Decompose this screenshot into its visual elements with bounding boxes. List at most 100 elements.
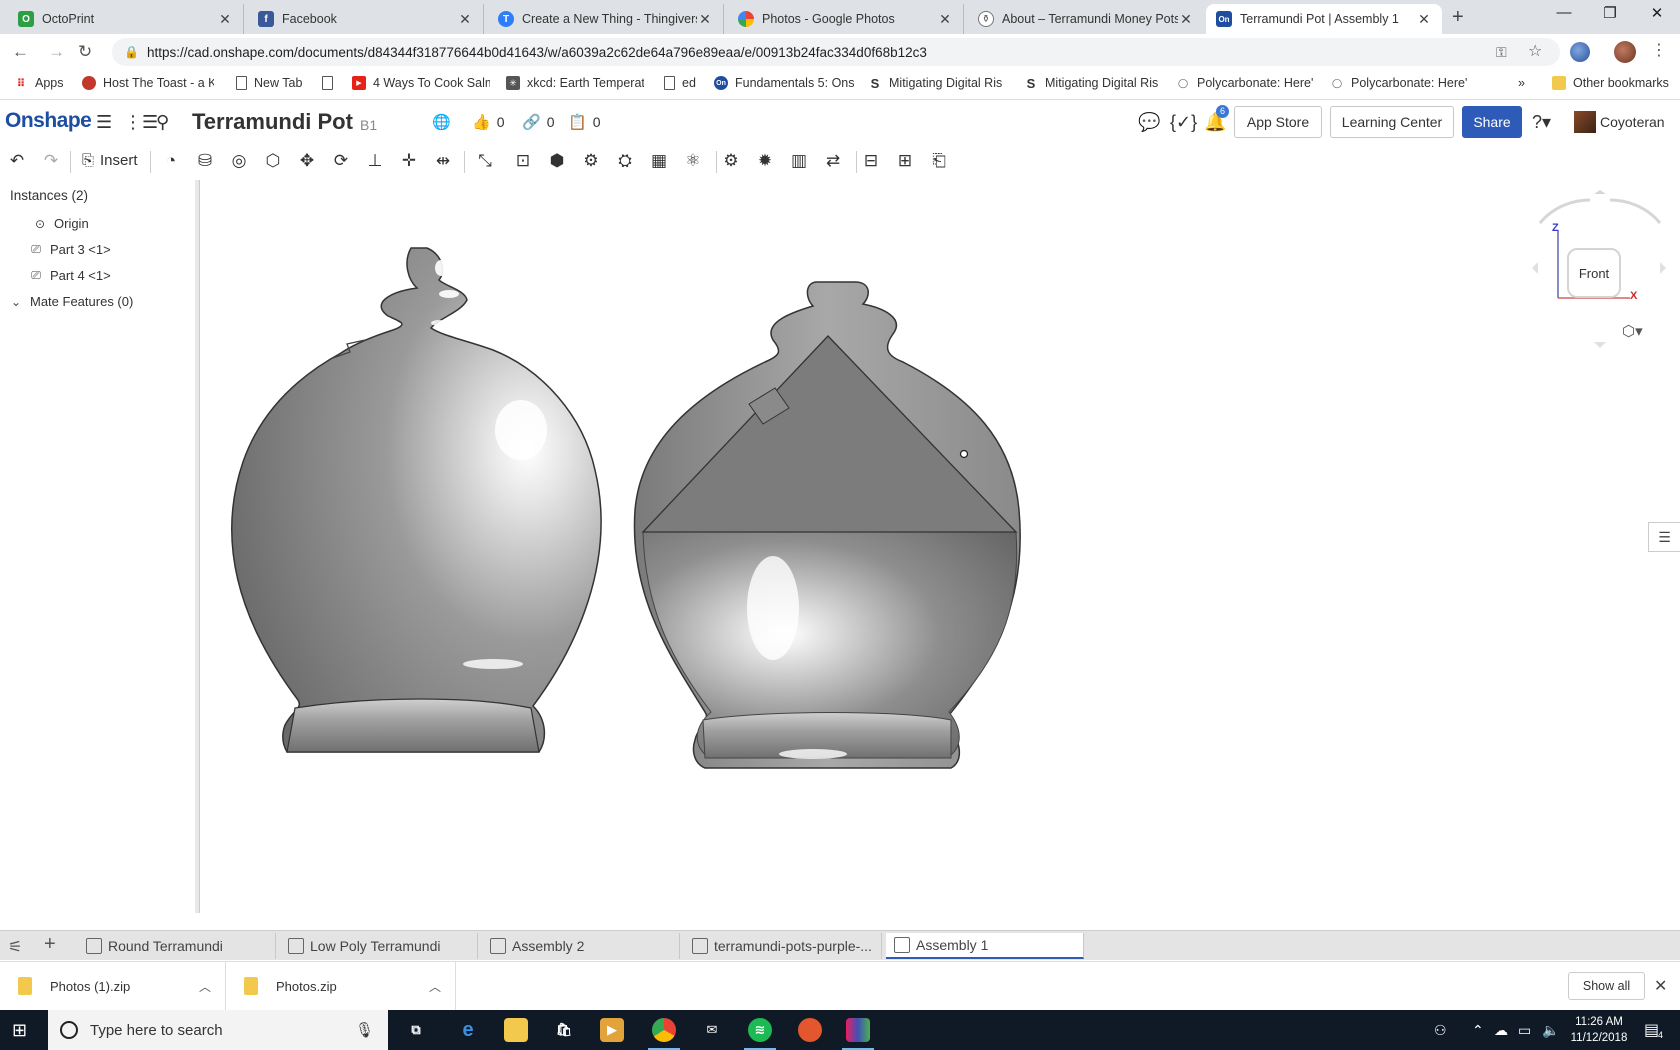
gear-relation-icon[interactable]: ⚙ <box>580 150 602 172</box>
render-mode-icon[interactable]: ⬡▾ <box>1622 322 1643 340</box>
comments-icon[interactable]: 💬 <box>1138 112 1160 133</box>
bookmark-ed[interactable]: ed <box>664 76 696 90</box>
user-avatar[interactable] <box>1574 111 1596 133</box>
show-all-downloads-button[interactable]: Show all <box>1568 972 1645 1000</box>
bookmark-fundamentals[interactable]: On Fundamentals 5: Ons <box>714 76 880 90</box>
volume-icon[interactable]: 🔈 <box>1542 1022 1559 1039</box>
browser-tab-thingiverse[interactable]: T Create a New Thing - Thingiverse ✕ <box>488 4 724 34</box>
slider-mate-icon[interactable]: ✥ <box>296 150 318 172</box>
add-element-button[interactable]: + <box>44 933 56 956</box>
bookmark-other[interactable]: Other bookmarks <box>1552 76 1669 90</box>
address-bar[interactable]: 🔒 https://cad.onshape.com/documents/d843… <box>112 38 1560 66</box>
featurescript-icon[interactable]: {✓} <box>1170 112 1197 133</box>
explode-icon[interactable]: ⇄ <box>822 150 844 172</box>
tab-assembly-2[interactable]: Assembly 2 <box>482 933 680 959</box>
close-icon[interactable]: ✕ <box>937 11 953 28</box>
chrome-icon[interactable] <box>648 1018 680 1050</box>
spotify-icon[interactable]: ≋ <box>744 1018 776 1050</box>
learning-center-button[interactable]: Learning Center <box>1330 106 1454 138</box>
action-center-icon[interactable]: ▤ <box>1644 1020 1659 1040</box>
part-3-pot-model[interactable] <box>231 247 602 753</box>
taskbar-search[interactable]: Type here to search 🎙 <box>48 1010 388 1050</box>
bookmark-xkcd[interactable]: ✳ xkcd: Earth Temperat <box>506 76 644 90</box>
rack-pinion-icon[interactable]: ⛭ <box>614 150 636 172</box>
instance-origin[interactable]: ⊙ Origin <box>32 216 89 231</box>
view-cube-front-face[interactable]: Front <box>1567 248 1621 298</box>
maximize-button[interactable]: ❐ <box>1587 4 1633 22</box>
close-icon[interactable]: ✕ <box>217 11 233 28</box>
section-view-icon[interactable]: ⊟ <box>860 150 882 172</box>
copies-button[interactable]: 📋 0 <box>568 113 600 131</box>
browser-tab-onshape-assembly[interactable]: On Terramundi Pot | Assembly 1 ✕ <box>1206 4 1442 34</box>
display-states-icon[interactable]: ⎗ <box>928 150 950 172</box>
links-button[interactable]: 🔗 0 <box>522 113 554 131</box>
part-4-pot-model[interactable] <box>633 281 1021 769</box>
gear-icon[interactable]: ✹ <box>754 150 776 172</box>
group-icon[interactable]: ⬢ <box>546 150 568 172</box>
instance-list-icon[interactable]: ⚲ <box>156 112 169 133</box>
tab-low-poly-terramundi[interactable]: Low Poly Terramundi <box>280 933 478 959</box>
undo-icon[interactable]: ↶ <box>6 150 28 172</box>
people-icon[interactable]: ⚇ <box>1434 1022 1447 1039</box>
hamburger-menu-icon[interactable]: ☰ <box>96 112 112 133</box>
browser-tab-octoprint[interactable]: O OctoPrint ✕ <box>8 4 244 34</box>
chevron-up-icon[interactable]: ︿ <box>429 978 441 995</box>
right-panel-toggle-icon[interactable]: ☰ <box>1648 522 1680 552</box>
user-menu[interactable]: Coyoteran <box>1600 114 1665 130</box>
bookmark-mitigating-2[interactable]: S Mitigating Digital Ris <box>1024 76 1160 90</box>
close-downloads-icon[interactable]: ✕ <box>1654 976 1667 996</box>
likes-button[interactable]: 👍 0 <box>472 113 504 131</box>
taskbar-clock[interactable]: 11:26 AM 11/12/2018 <box>1562 1014 1636 1046</box>
app-orange-icon[interactable] <box>798 1018 822 1042</box>
cylindrical-mate-icon[interactable]: ⊥ <box>364 150 386 172</box>
bookmark-blank[interactable] <box>322 76 340 90</box>
profile-avatar[interactable] <box>1614 41 1636 63</box>
close-icon[interactable]: ✕ <box>1416 11 1432 28</box>
download-item-photos-1[interactable]: Photos (1).zip ︿ <box>18 962 226 1010</box>
globe-icon[interactable]: 🌐 <box>432 113 451 131</box>
named-views-icon[interactable]: ⊞ <box>894 150 916 172</box>
close-icon[interactable]: ✕ <box>697 11 713 28</box>
cylinder-icon[interactable]: ⛁ <box>194 150 216 172</box>
instance-part-4[interactable]: ⎚ Part 4 <1> <box>28 268 111 283</box>
star-icon[interactable]: ☆ <box>1528 41 1542 61</box>
window-close-button[interactable]: ✕ <box>1634 4 1680 22</box>
screw-relation-icon[interactable]: ▦ <box>648 150 670 172</box>
more-bookmarks-button[interactable]: » <box>1518 76 1525 90</box>
tray-expand-icon[interactable]: ⌃ <box>1472 1022 1484 1039</box>
replicate-icon[interactable]: ◔ <box>160 150 182 172</box>
tab-terramundi-image[interactable]: terramundi-pots-purple-... <box>684 933 882 959</box>
tab-round-terramundi[interactable]: Round Terramundi <box>78 933 276 959</box>
browser-tab-google-photos[interactable]: Photos - Google Photos ✕ <box>728 4 964 34</box>
extension-icon[interactable] <box>1570 42 1590 62</box>
planar-mate-icon[interactable]: ⟳ <box>330 150 352 172</box>
store-icon[interactable]: 🛍 <box>552 1018 576 1042</box>
onshape-logo[interactable]: Onshape <box>5 109 92 133</box>
mate-features-folder[interactable]: ⌄ Mate Features (0) <box>8 294 133 309</box>
bookmark-new-tab[interactable]: New Tab <box>236 76 302 90</box>
network-icon[interactable]: ▭ <box>1518 1022 1531 1039</box>
tab-assembly-1[interactable]: Assembly 1 <box>886 933 1084 959</box>
bookmark-cook-salmon[interactable]: ▶ 4 Ways To Cook Salm <box>352 76 490 90</box>
document-title[interactable]: Terramundi Pot <box>192 109 353 135</box>
bookmark-polycarbonate-2[interactable]: ◯ Polycarbonate: Here' <box>1330 76 1468 90</box>
ball-mate-icon[interactable]: ✛ <box>398 150 420 172</box>
back-arrow-icon[interactable]: ← <box>12 42 29 62</box>
graphics-viewport[interactable] <box>203 180 1680 930</box>
video-player-icon[interactable]: ▶ <box>600 1018 624 1042</box>
onedrive-icon[interactable]: ☁ <box>1494 1022 1508 1039</box>
bookmark-mitigating-1[interactable]: S Mitigating Digital Ris <box>868 76 1024 90</box>
3d-scene[interactable] <box>203 180 1680 930</box>
new-tab-button[interactable]: + <box>1452 6 1464 29</box>
key-icon[interactable]: ⚿ <box>1496 44 1507 61</box>
close-icon[interactable]: ✕ <box>457 11 473 28</box>
insert-button[interactable]: ⎘ Insert <box>82 152 138 169</box>
browser-tab-facebook[interactable]: f Facebook ✕ <box>248 4 484 34</box>
microphone-icon[interactable]: 🎙 <box>355 1021 374 1039</box>
edge-icon[interactable]: e <box>456 1018 480 1042</box>
forward-arrow-icon[interactable]: → <box>48 42 65 62</box>
pin-slot-mate-icon[interactable]: ⇹ <box>432 150 454 172</box>
chevron-up-icon[interactable]: ︿ <box>199 978 211 995</box>
parallel-mate-icon[interactable]: ⤡ <box>474 150 496 172</box>
bookmark-apps[interactable]: ⠿ Apps <box>14 76 64 90</box>
